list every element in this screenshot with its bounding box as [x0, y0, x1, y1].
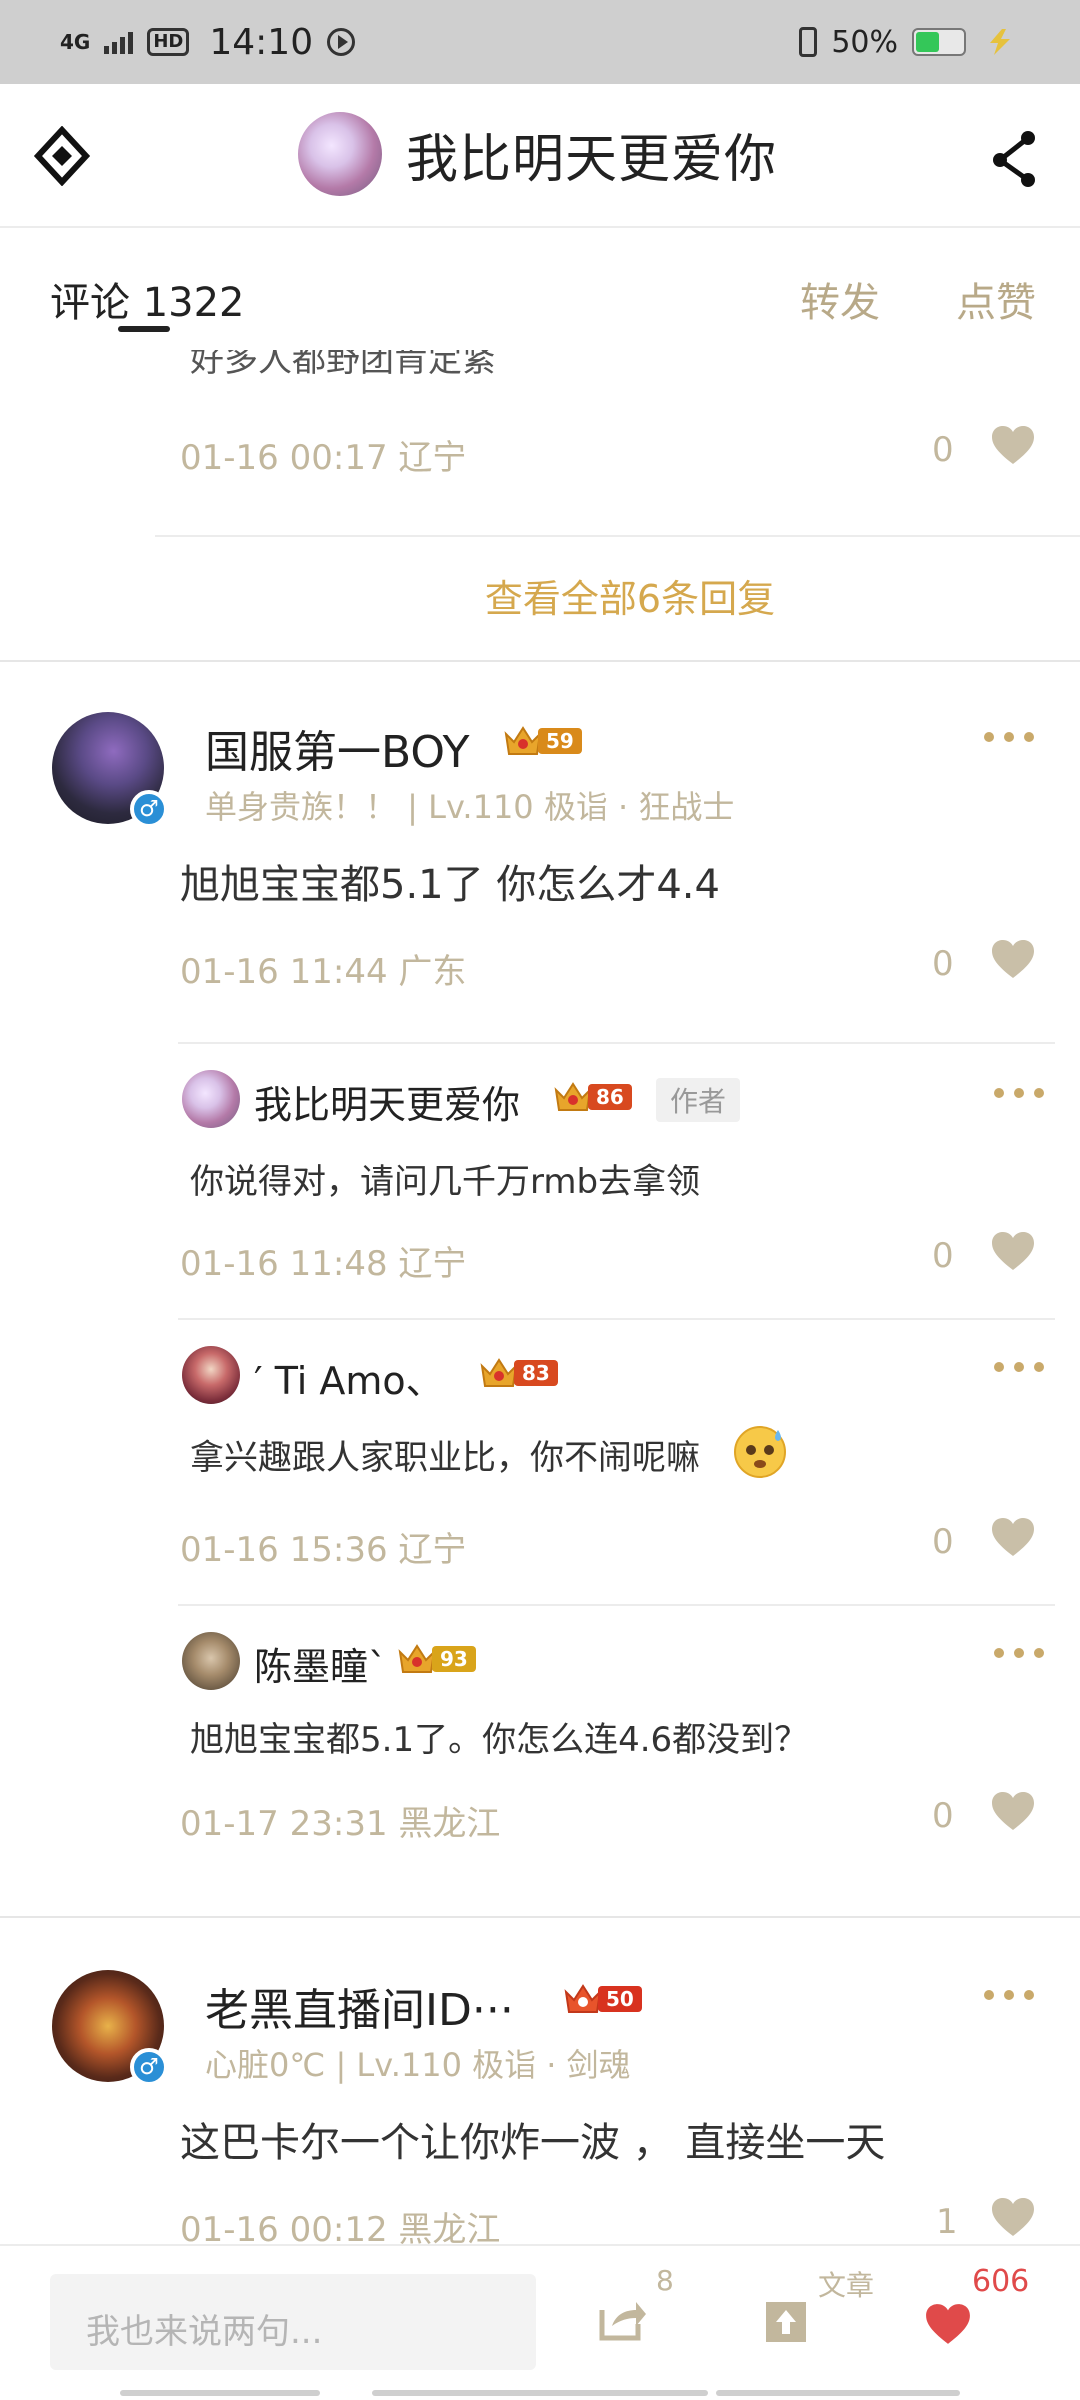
- divider: [155, 535, 1080, 537]
- forward-icon[interactable]: [598, 2296, 648, 2342]
- network-indicator: 4G: [60, 30, 91, 54]
- heart-icon[interactable]: [990, 1516, 1036, 1558]
- vibrate-icon: [799, 27, 818, 57]
- like-count: 0: [932, 1796, 954, 1836]
- status-bar: 4G HD 14:10 50%: [0, 0, 1080, 84]
- share-icon[interactable]: [988, 126, 1042, 190]
- reply-meta: 01-16 11:48 辽宁: [180, 1244, 467, 1284]
- article-label: 文章: [818, 2269, 875, 2302]
- reply-text: 旭旭宝宝都5.1了。你怎么连4.6都没到？: [190, 1720, 809, 1760]
- male-icon: ♂: [130, 790, 168, 828]
- avatar[interactable]: [182, 1632, 240, 1690]
- like-count: 0: [932, 1236, 954, 1276]
- divider: [178, 1042, 1055, 1044]
- divider: [178, 1318, 1055, 1320]
- like-count: 0: [932, 944, 954, 984]
- heart-icon[interactable]: [990, 1230, 1036, 1272]
- reply-username[interactable]: 陈墨瞳`: [254, 1636, 387, 1691]
- like-count: 606: [972, 2264, 1030, 2299]
- author-tag: 作者: [656, 1078, 741, 1122]
- level-badge: 83: [478, 1356, 558, 1390]
- top-navigation: 我比明天更爱你: [0, 84, 1080, 228]
- avatar[interactable]: [182, 1070, 240, 1128]
- like-count: 0: [932, 430, 954, 470]
- comment-text: 旭旭宝宝都5.1了 你怎么才4.4: [180, 862, 720, 908]
- heart-icon[interactable]: [990, 2196, 1036, 2238]
- bottom-bar: 我也来说两句... 8 文章 606: [0, 2244, 1080, 2400]
- more-options-icon[interactable]: [984, 732, 1036, 744]
- reply-text: 你说得对，请问几千万rmb去拿领: [190, 1162, 701, 1202]
- signal-icon: [104, 30, 134, 54]
- comment-text: 这巴卡尔一个让你炸一波 ， 直接坐一天: [180, 2120, 886, 2166]
- section-divider: [0, 660, 1080, 662]
- tab-comments[interactable]: 评论 1322: [50, 270, 245, 328]
- forward-count: 8: [656, 2264, 674, 2297]
- view-all-replies-link[interactable]: 查看全部6条回复: [0, 568, 1080, 623]
- like-count: 1: [936, 2202, 958, 2242]
- more-options-icon[interactable]: [994, 1648, 1046, 1660]
- tab-bar: 评论 1322 转发 点赞: [0, 230, 1080, 340]
- reply-meta: 01-17 23:31 黑龙江: [180, 1804, 501, 1844]
- sweat-emoji-icon: [734, 1426, 786, 1478]
- more-options-icon[interactable]: [994, 1088, 1046, 1100]
- comment-user-subtitle: 心脏0℃ | Lv.110 极诣 · 剑魂: [205, 2046, 631, 2084]
- section-divider: [0, 1916, 1080, 1918]
- charging-icon: [990, 29, 1010, 55]
- play-icon: [327, 28, 356, 56]
- like-count: 0: [932, 1522, 954, 1562]
- divider: [178, 1604, 1055, 1606]
- reply-meta: 01-16 00:17 辽宁: [180, 438, 467, 478]
- tab-like[interactable]: 点赞: [956, 270, 1036, 328]
- avatar[interactable]: [296, 110, 384, 198]
- comment-user-subtitle: 单身贵族！！ | Lv.110 极诣 · 狂战士: [205, 788, 735, 826]
- nav-gesture-bar: [716, 2390, 960, 2396]
- diamond-logo-icon[interactable]: [34, 126, 90, 186]
- article-icon[interactable]: [764, 2300, 808, 2344]
- hd-icon: HD: [147, 28, 190, 56]
- reply-username[interactable]: 我比明天更爱你: [254, 1074, 520, 1129]
- battery-percent: 50%: [831, 24, 898, 60]
- page-title: 我比明天更爱你: [406, 129, 778, 190]
- comment-username[interactable]: 老黑直播间ID···: [205, 1974, 514, 2038]
- level-badge: 93: [396, 1642, 476, 1676]
- more-options-icon[interactable]: [994, 1362, 1046, 1374]
- comment-meta: 01-16 11:44 广东: [180, 952, 467, 992]
- male-icon: ♂: [130, 2048, 168, 2086]
- cutoff-reply-text: 好多人都野团肯定紧: [190, 350, 496, 380]
- level-badge: 50: [562, 1982, 642, 2016]
- author-header[interactable]: 我比明天更爱你: [296, 110, 777, 198]
- reply-username[interactable]: ′ Ti Amo、: [254, 1350, 444, 1405]
- heart-icon[interactable]: [990, 424, 1036, 466]
- reply-text: 拿兴趣跟人家职业比，你不闹呢嘛: [190, 1438, 700, 1478]
- battery-icon: [912, 28, 966, 56]
- heart-icon[interactable]: [990, 1790, 1036, 1832]
- reply-meta: 01-16 15:36 辽宁: [180, 1530, 467, 1570]
- level-badge: 86: [552, 1080, 632, 1114]
- tab-forward[interactable]: 转发: [800, 270, 880, 328]
- heart-icon[interactable]: [990, 938, 1036, 980]
- more-options-icon[interactable]: [984, 1990, 1036, 2002]
- like-heart-icon[interactable]: [924, 2302, 972, 2346]
- level-badge: 59: [502, 724, 582, 758]
- active-tab-indicator: [118, 326, 170, 332]
- clock: 14:10: [209, 21, 314, 63]
- comment-username[interactable]: 国服第一BOY: [205, 716, 470, 780]
- avatar[interactable]: [182, 1346, 240, 1404]
- nav-gesture-bar: [120, 2390, 320, 2396]
- nav-gesture-bar: [372, 2390, 708, 2396]
- comment-input[interactable]: 我也来说两句...: [50, 2274, 536, 2370]
